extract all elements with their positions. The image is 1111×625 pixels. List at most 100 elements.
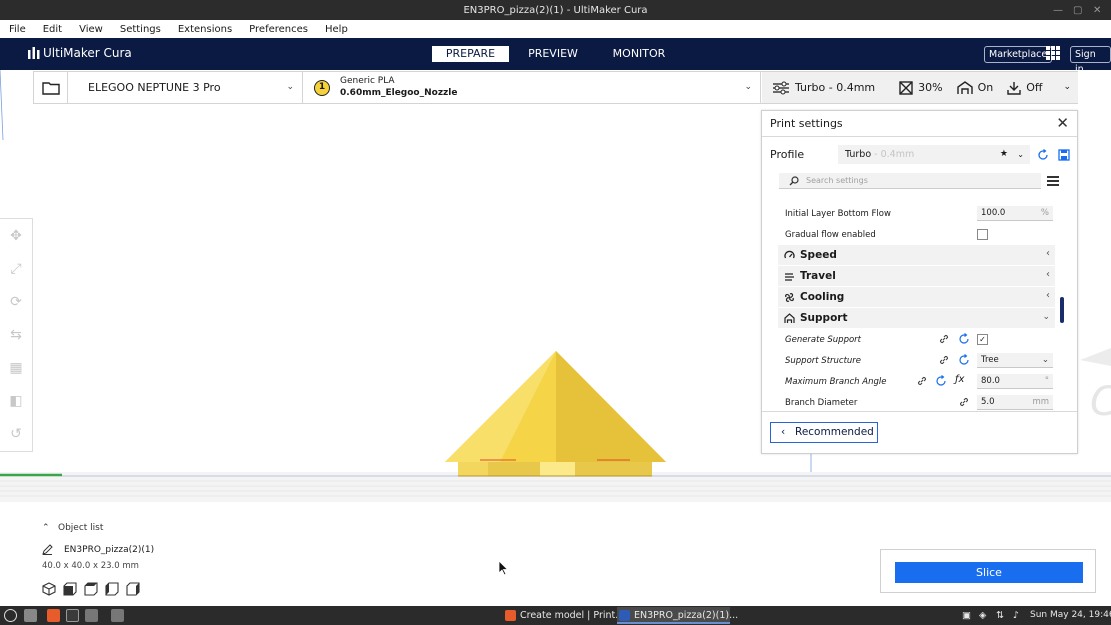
close-icon[interactable]: ✕	[1056, 114, 1069, 132]
chevron-left-icon: ‹	[781, 426, 786, 438]
material-name: Generic PLA	[340, 76, 395, 86]
menu-help[interactable]: Help	[325, 24, 348, 35]
tab-monitor[interactable]: MONITOR	[597, 46, 681, 62]
max-branch-angle-input[interactable]: 80.0 °	[977, 374, 1053, 389]
view-left-icon[interactable]	[105, 582, 119, 596]
edit-pencil-icon[interactable]	[42, 544, 53, 555]
profile-summary-label: Turbo - 0.4mm	[795, 81, 876, 94]
category-speed[interactable]: Speed ‹	[778, 245, 1055, 266]
tab-prepare[interactable]: PREPARE	[432, 46, 509, 62]
menu-file[interactable]: File	[9, 24, 26, 35]
taskbar-item-browser[interactable]: Create model | Print...	[503, 607, 624, 624]
divider	[762, 136, 1077, 137]
link-icon	[917, 376, 927, 386]
reset-icon	[959, 354, 969, 365]
sign-in-button[interactable]: Sign in	[1070, 46, 1111, 75]
open-file-button[interactable]	[34, 72, 68, 103]
menu-view[interactable]: View	[79, 24, 103, 35]
infill-value: 30%	[918, 81, 943, 94]
file-manager-icon[interactable]	[85, 609, 98, 622]
adhesion-value: Off	[1026, 81, 1043, 94]
category-cooling[interactable]: Cooling ‹	[778, 287, 1055, 308]
menu-settings[interactable]: Settings	[120, 24, 161, 35]
volume-icon[interactable]: ♪	[1013, 608, 1019, 623]
unit-label: %	[1040, 208, 1049, 218]
minimize-icon[interactable]: —	[1053, 0, 1063, 20]
view-top-icon[interactable]	[84, 582, 98, 596]
profile-dropdown[interactable]: Turbo - 0.4mm ★ ⌄	[838, 145, 1030, 164]
menu-preferences[interactable]: Preferences	[249, 24, 308, 35]
reset-profile-icon[interactable]	[1037, 149, 1049, 161]
chevron-down-icon: ⌄	[286, 82, 294, 92]
recommended-button[interactable]: ‹ Recommended	[770, 422, 878, 443]
settings-menu-icon[interactable]	[1047, 176, 1059, 186]
brand-name: UltiMaker Cura	[43, 46, 132, 60]
browser-icon	[505, 610, 516, 621]
network-icon[interactable]: ⇅	[996, 608, 1004, 623]
terminal-icon[interactable]	[66, 609, 79, 622]
taskbar-item-cura[interactable]: EN3PRO_pizza(2)(1)...	[617, 607, 738, 624]
setting-label: Branch Diameter	[785, 397, 858, 408]
setting-label: Generate Support	[785, 334, 862, 345]
material-selector[interactable]: 1 Generic PLA 0.60mm_Elegoo_Nozzle ⌄	[304, 72, 761, 103]
view-right-icon[interactable]	[126, 582, 140, 596]
gradual-flow-checkbox[interactable]	[977, 229, 988, 240]
view-3d-icon[interactable]	[42, 582, 56, 596]
app-header: UltiMaker Cura PREPARE PREVIEW MONITOR M…	[0, 38, 1111, 75]
setting-label: Support Structure	[785, 355, 862, 366]
support-summary: On	[956, 80, 993, 95]
support-blocker-icon[interactable]: ◧	[0, 384, 32, 417]
browser-icon[interactable]	[47, 609, 60, 622]
generate-support-checkbox[interactable]: ✓	[977, 334, 988, 345]
link-icon	[939, 334, 949, 344]
menu-extensions[interactable]: Extensions	[178, 24, 232, 35]
support-structure-select[interactable]: Tree ⌄	[977, 353, 1053, 368]
machine-selector[interactable]: ELEGOO NEPTUNE 3 Pro ⌄	[75, 72, 303, 103]
setting-value: Tree	[981, 355, 999, 365]
chevron-left-icon: ‹	[1046, 248, 1050, 259]
rotate-tool-icon[interactable]: ⟳	[0, 285, 32, 318]
category-label: Cooling	[800, 291, 845, 303]
menu-edit[interactable]: Edit	[43, 24, 62, 35]
extruder-badge: 1	[314, 80, 330, 96]
security-icon[interactable]: ◈	[979, 608, 986, 623]
marketplace-button[interactable]: Marketplace	[984, 46, 1053, 63]
function-icon[interactable]: ƒx	[955, 374, 964, 385]
mirror-tool-icon[interactable]: ⇆	[0, 318, 32, 351]
view-front-icon[interactable]	[63, 582, 77, 596]
search-settings-input[interactable]: Search settings	[779, 173, 1041, 189]
slice-button[interactable]: Slice	[895, 562, 1083, 583]
menu-bar: File Edit View Settings Extensions Prefe…	[0, 20, 1111, 38]
ultimaker-logo-icon	[28, 47, 40, 59]
setting-generate-support: Generate Support ✓	[778, 329, 1055, 350]
object-list-toggle[interactable]: ⌃ Object list	[42, 523, 103, 533]
move-tool-icon[interactable]: ✥	[0, 219, 32, 252]
svg-text:C: C	[1090, 379, 1111, 425]
task-label: EN3PRO_pizza(2)(1)...	[634, 610, 739, 621]
show-desktop-icon[interactable]	[24, 609, 37, 622]
scale-tool-icon[interactable]: ⤢	[0, 252, 32, 285]
category-travel[interactable]: Travel ‹	[778, 266, 1055, 287]
initial-layer-bottom-flow-input[interactable]: 100.0%	[977, 206, 1053, 221]
settings-scrollbar[interactable]	[1060, 297, 1064, 323]
adhesion-summary: Off	[1007, 81, 1043, 95]
print-setup-summary[interactable]: Turbo - 0.4mm 30% On Off ⌄	[762, 72, 1078, 103]
mouse-cursor-icon	[498, 560, 509, 576]
file-manager-icon[interactable]	[111, 609, 124, 622]
save-profile-icon[interactable]	[1058, 149, 1070, 161]
start-menu-icon[interactable]	[4, 609, 17, 622]
support-icon	[784, 312, 795, 323]
object-list-label: Object list	[58, 523, 104, 533]
apps-grid-icon[interactable]	[1046, 46, 1060, 60]
category-support[interactable]: Support ⌄	[778, 308, 1055, 329]
per-model-settings-icon[interactable]: ▦	[0, 351, 32, 384]
clipboard-icon[interactable]: ▣	[962, 608, 971, 623]
window-titlebar: EN3PRO_pizza(2)(1) - UltiMaker Cura — ▢ …	[0, 0, 1111, 20]
close-window-icon[interactable]: ✕	[1093, 0, 1101, 20]
undo-tool-icon[interactable]: ↺	[0, 417, 32, 450]
tab-preview[interactable]: PREVIEW	[511, 46, 595, 62]
maximize-icon[interactable]: ▢	[1073, 0, 1082, 20]
task-label: Create model | Print...	[520, 610, 625, 621]
profile-label: Profile	[770, 148, 805, 161]
branch-diameter-input[interactable]: 5.0 mm	[977, 395, 1053, 410]
